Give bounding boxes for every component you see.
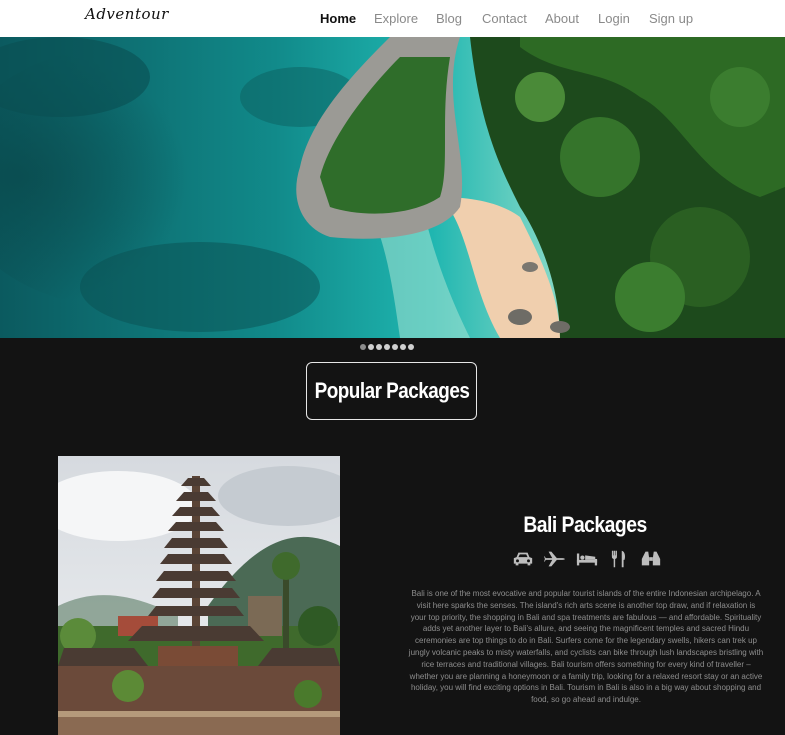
temple-illustration xyxy=(58,456,340,735)
section-title-box: Popular Packages xyxy=(306,362,477,420)
carousel-indicators xyxy=(360,344,414,351)
nav-link-home[interactable]: Home xyxy=(320,11,356,26)
utensils-icon xyxy=(611,550,626,568)
car-icon xyxy=(513,552,533,566)
package-description: Bali is one of the most evocative and po… xyxy=(408,589,764,705)
package-title: Bali Packages xyxy=(523,512,647,537)
section-title: Popular Packages xyxy=(314,378,469,403)
navbar: Adventour Home Explore Blog Contact Abou… xyxy=(0,0,785,37)
nav-link-signup[interactable]: Sign up xyxy=(649,11,693,26)
brand-logo[interactable]: Adventour xyxy=(85,5,169,23)
nav-link-login[interactable]: Login xyxy=(598,11,630,26)
binoculars-icon xyxy=(641,551,661,566)
amenity-icons xyxy=(512,548,662,570)
nav-link-contact[interactable]: Contact xyxy=(482,11,527,26)
carousel-dot[interactable] xyxy=(376,344,382,350)
carousel-dot[interactable] xyxy=(400,344,406,350)
aerial-coast-illustration xyxy=(0,37,785,338)
carousel-dot[interactable] xyxy=(408,344,414,350)
carousel-dot[interactable] xyxy=(360,344,366,350)
carousel-dot[interactable] xyxy=(392,344,398,350)
nav-link-about[interactable]: About xyxy=(545,11,579,26)
bali-temple-image[interactable] xyxy=(58,456,340,735)
carousel-dot[interactable] xyxy=(384,344,390,350)
nav-link-blog[interactable]: Blog xyxy=(436,11,462,26)
carousel-dot[interactable] xyxy=(368,344,374,350)
hero-carousel-image xyxy=(0,37,785,338)
plane-icon xyxy=(544,551,566,567)
bed-icon xyxy=(576,553,598,566)
nav-link-explore[interactable]: Explore xyxy=(374,11,418,26)
